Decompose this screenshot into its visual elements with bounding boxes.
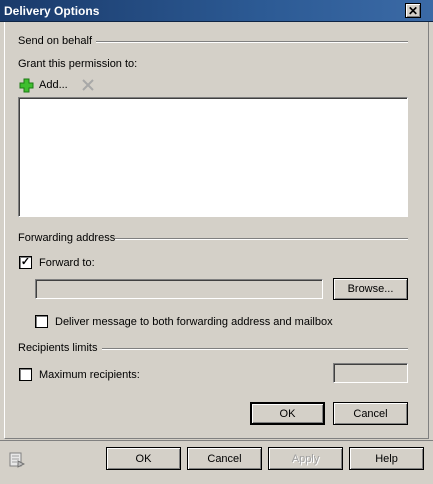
separator: [102, 348, 408, 350]
dialog-cancel-button[interactable]: Cancel: [333, 402, 408, 425]
recipients-limits-header: Recipients limits: [18, 342, 98, 354]
maximum-recipients-checkbox[interactable]: [19, 368, 32, 381]
forwarding-address-header: Forwarding address: [18, 232, 116, 244]
forward-to-label: Forward to:: [39, 257, 95, 269]
check-mark-icon: ✓: [20, 256, 31, 268]
forward-to-input[interactable]: [35, 279, 323, 299]
close-button[interactable]: ✕: [405, 3, 421, 18]
close-icon: ✕: [407, 3, 419, 18]
send-on-behalf-header: Send on behalf: [18, 35, 93, 47]
maximum-recipients-label: Maximum recipients:: [39, 369, 140, 381]
deliver-both-label: Deliver message to both forwarding addre…: [55, 316, 333, 328]
remove-x-icon: [82, 79, 94, 91]
maximum-recipients-input[interactable]: [333, 363, 408, 383]
separator: [115, 238, 408, 240]
deliver-both-checkbox[interactable]: [35, 315, 48, 328]
forward-to-checkbox[interactable]: ✓: [19, 256, 32, 269]
parent-ok-button[interactable]: OK: [106, 447, 181, 470]
grant-permission-label: Grant this permission to:: [18, 58, 138, 70]
add-label: Add...: [39, 79, 68, 91]
browse-button[interactable]: Browse...: [333, 278, 408, 300]
grant-permission-list[interactable]: [18, 97, 408, 217]
parent-apply-button[interactable]: Apply: [268, 447, 343, 470]
add-button[interactable]: Add...: [19, 76, 75, 93]
parent-cancel-button[interactable]: Cancel: [187, 447, 262, 470]
properties-icon: [9, 452, 26, 468]
title-bar: Delivery Options ✕: [0, 0, 433, 22]
window-title: Delivery Options: [4, 4, 100, 18]
remove-button[interactable]: [81, 78, 95, 92]
parent-help-button[interactable]: Help: [349, 447, 424, 470]
separator: [96, 41, 408, 43]
dialog-ok-button[interactable]: OK: [250, 402, 325, 425]
plus-icon: [19, 78, 34, 93]
